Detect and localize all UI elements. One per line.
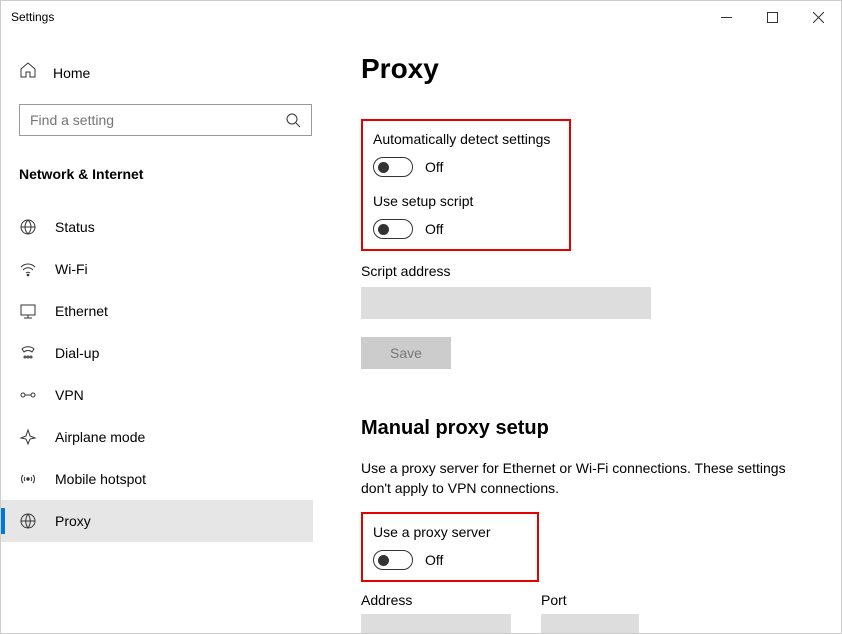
use-proxy-toggle[interactable] [373, 550, 413, 570]
sidebar-item-hotspot[interactable]: Mobile hotspot [1, 458, 313, 500]
auto-detect-toggle[interactable] [373, 157, 413, 177]
sidebar-item-proxy[interactable]: Proxy [1, 500, 313, 542]
airplane-icon [19, 428, 37, 446]
nav-list: Status Wi-Fi Ethernet Dial-up VPN Airpla… [1, 206, 313, 542]
proxy-icon [19, 512, 37, 530]
window-title: Settings [11, 10, 54, 24]
sidebar-item-wifi[interactable]: Wi-Fi [1, 248, 313, 290]
sidebar-item-label: Mobile hotspot [55, 471, 146, 487]
auto-detect-state: Off [425, 159, 443, 175]
port-input [541, 614, 639, 633]
script-address-label: Script address [361, 263, 811, 279]
main-content: Proxy Automatically detect settings Off … [331, 33, 841, 633]
use-proxy-label: Use a proxy server [373, 524, 527, 540]
wifi-icon [19, 260, 37, 278]
setup-script-toggle[interactable] [373, 219, 413, 239]
minimize-button[interactable] [703, 1, 749, 33]
home-icon [19, 61, 37, 84]
sidebar-item-label: Status [55, 219, 95, 235]
sidebar-item-vpn[interactable]: VPN [1, 374, 313, 416]
sidebar-item-ethernet[interactable]: Ethernet [1, 290, 313, 332]
vpn-icon [19, 386, 37, 404]
sidebar-item-status[interactable]: Status [1, 206, 313, 248]
sidebar-item-label: Proxy [55, 513, 91, 529]
highlight-box-auto: Automatically detect settings Off Use se… [361, 119, 571, 251]
address-input [361, 614, 511, 633]
manual-setup-header: Manual proxy setup [361, 417, 811, 440]
manual-setup-description: Use a proxy server for Ethernet or Wi-Fi… [361, 458, 791, 498]
titlebar: Settings [1, 1, 841, 33]
sidebar-item-label: Dial-up [55, 345, 99, 361]
auto-detect-label: Automatically detect settings [373, 131, 559, 147]
sidebar-item-dialup[interactable]: Dial-up [1, 332, 313, 374]
sidebar-item-label: VPN [55, 387, 84, 403]
dialup-icon [19, 344, 37, 362]
search-icon [285, 112, 301, 128]
sidebar-item-airplane[interactable]: Airplane mode [1, 416, 313, 458]
sidebar-item-label: Wi-Fi [55, 261, 88, 277]
search-input[interactable] [30, 112, 285, 128]
sidebar-section-header: Network & Internet [19, 166, 313, 182]
setup-script-state: Off [425, 221, 443, 237]
hotspot-icon [19, 470, 37, 488]
maximize-button[interactable] [749, 1, 795, 33]
sidebar-item-label: Airplane mode [55, 429, 145, 445]
ethernet-icon [19, 302, 37, 320]
address-label: Address [361, 592, 511, 608]
status-icon [19, 218, 37, 236]
sidebar: Home Network & Internet Status Wi-Fi Eth… [1, 33, 331, 633]
save-button: Save [361, 337, 451, 369]
home-nav[interactable]: Home [19, 53, 313, 104]
port-label: Port [541, 592, 639, 608]
setup-script-label: Use setup script [373, 193, 559, 209]
window-controls [703, 1, 841, 33]
script-address-input [361, 287, 651, 319]
sidebar-item-label: Ethernet [55, 303, 108, 319]
highlight-box-manual: Use a proxy server Off [361, 512, 539, 582]
home-label: Home [53, 65, 90, 81]
use-proxy-state: Off [425, 552, 443, 568]
search-box[interactable] [19, 104, 312, 136]
close-button[interactable] [795, 1, 841, 33]
page-title: Proxy [361, 53, 811, 85]
